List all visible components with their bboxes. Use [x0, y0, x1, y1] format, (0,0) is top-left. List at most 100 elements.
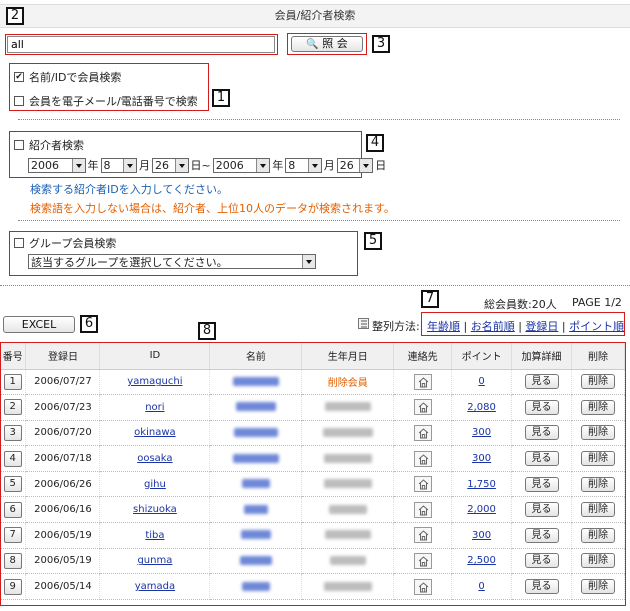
view-detail-button[interactable]: 見る	[524, 451, 559, 467]
member-id-link[interactable]: gunma	[137, 555, 172, 566]
view-detail-button[interactable]: 見る	[524, 476, 559, 492]
row-number-button[interactable]: 7	[3, 527, 22, 544]
points-link[interactable]: 0	[478, 376, 484, 387]
excel-export-button[interactable]: EXCEL	[3, 316, 75, 333]
sort-name-link[interactable]: お名前順	[471, 320, 515, 333]
view-detail-button[interactable]: 見る	[524, 527, 559, 543]
points-link[interactable]: 2,500	[467, 555, 496, 566]
row-number-button[interactable]: 1	[3, 373, 22, 390]
to-year-select[interactable]: 2006	[212, 157, 271, 173]
sort-options: 年齢順 | お名前順 | 登録日 | ポイント順	[427, 320, 625, 333]
points-link[interactable]: 2,080	[467, 402, 496, 413]
member-id-link[interactable]: nori	[145, 402, 164, 413]
contact-home-icon[interactable]	[413, 373, 432, 390]
total-members: 総会員数:20人	[484, 298, 557, 311]
search-button[interactable]: 🔍 照 会	[291, 36, 363, 52]
points-link[interactable]: 300	[472, 427, 491, 438]
to-month-select[interactable]: 8	[285, 157, 322, 173]
checkbox-icon[interactable]	[14, 96, 24, 106]
view-detail-button[interactable]: 見る	[524, 399, 559, 415]
group-search-toggle[interactable]: グループ会員検索	[14, 235, 116, 251]
member-id-link[interactable]: yamada	[135, 581, 175, 592]
row-number-button[interactable]: 2	[3, 399, 22, 416]
points-link[interactable]: 1,750	[467, 479, 496, 490]
birth-date-redacted	[328, 504, 367, 514]
delete-button[interactable]: 削除	[581, 451, 615, 467]
member-name-redacted	[233, 427, 278, 437]
chevron-down-icon	[359, 158, 373, 172]
points-link[interactable]: 0	[478, 581, 484, 592]
from-day-select[interactable]: 26	[152, 157, 189, 173]
group-select[interactable]: 該当するグループを選択してください。	[28, 254, 316, 269]
row-number-button[interactable]: 4	[3, 450, 22, 467]
from-year-select[interactable]: 2006	[28, 157, 86, 173]
delete-button[interactable]: 削除	[581, 553, 615, 569]
option-name-id[interactable]: ✔ 名前/IDで会員検索	[14, 69, 121, 85]
callout-badge-4: 4	[366, 134, 384, 152]
reg-date-cell: 2006/06/16	[25, 496, 101, 524]
col-birth: 生年月日	[301, 343, 395, 370]
view-detail-button[interactable]: 見る	[524, 502, 559, 518]
view-detail-button[interactable]: 見る	[524, 553, 559, 569]
callout-badge-7: 7	[421, 290, 439, 308]
callout-badge-6: 6	[80, 315, 98, 333]
delete-button[interactable]: 削除	[581, 527, 615, 543]
to-day-select[interactable]: 26	[336, 157, 374, 173]
contact-home-icon[interactable]	[413, 424, 432, 441]
contact-home-icon[interactable]	[413, 476, 432, 493]
col-reg-date: 登録日	[25, 343, 101, 370]
col-points: ポイント	[451, 343, 513, 370]
points-link[interactable]: 300	[472, 453, 491, 464]
callout-badge-5: 5	[364, 232, 382, 250]
member-id-link[interactable]: oosaka	[137, 453, 172, 464]
member-id-link[interactable]: tiba	[145, 530, 164, 541]
chevron-down-icon	[123, 158, 136, 172]
member-id-link[interactable]: okinawa	[134, 427, 175, 438]
option-email-phone[interactable]: 会員を電子メール/電話番号で検索	[14, 93, 198, 109]
points-link[interactable]: 300	[472, 530, 491, 541]
referrer-search-toggle[interactable]: 紹介者検索	[14, 137, 84, 153]
contact-home-icon[interactable]	[413, 552, 432, 569]
checkbox-checked-icon[interactable]: ✔	[14, 72, 24, 82]
row-number-button[interactable]: 5	[3, 476, 22, 493]
contact-home-icon[interactable]	[413, 578, 432, 595]
row-number-button[interactable]: 8	[3, 552, 22, 569]
contact-home-icon[interactable]	[413, 399, 432, 416]
sort-age-link[interactable]: 年齢順	[427, 320, 460, 333]
delete-button[interactable]: 削除	[581, 425, 615, 441]
group-search-label: グループ会員検索	[29, 237, 117, 250]
from-month-select[interactable]: 8	[100, 157, 137, 173]
chevron-down-icon	[307, 158, 321, 172]
col-contact: 連絡先	[393, 343, 453, 370]
member-id-link[interactable]: yamaguchi	[127, 376, 182, 387]
delete-button[interactable]: 削除	[581, 374, 615, 390]
member-name-redacted	[243, 504, 268, 514]
member-id-link[interactable]: gihu	[144, 479, 166, 490]
reg-date-cell: 2006/07/23	[25, 394, 101, 421]
table-row: 5 2006/06/26 gihu 1,750 見る 削除	[0, 471, 625, 498]
reg-date-cell: 2006/07/18	[25, 445, 101, 472]
view-detail-button[interactable]: 見る	[524, 374, 559, 390]
delete-button[interactable]: 削除	[581, 476, 615, 492]
sort-points-link[interactable]: ポイント順	[569, 320, 624, 333]
contact-home-icon[interactable]	[413, 450, 432, 467]
member-id-link[interactable]: shizuoka	[133, 504, 177, 515]
checkbox-icon[interactable]	[14, 140, 24, 150]
referrer-note-1: 検索する紹介者IDを入力してください。	[30, 183, 229, 196]
row-number-button[interactable]: 6	[3, 501, 22, 518]
view-detail-button[interactable]: 見る	[524, 579, 559, 595]
delete-button[interactable]: 削除	[581, 579, 615, 595]
row-number-button[interactable]: 9	[3, 578, 22, 595]
contact-home-icon[interactable]	[413, 501, 432, 518]
reg-date-cell: 2006/07/20	[25, 420, 101, 447]
contact-home-icon[interactable]	[413, 527, 432, 544]
points-link[interactable]: 2,000	[467, 504, 496, 515]
delete-button[interactable]: 削除	[581, 399, 615, 415]
delete-button[interactable]: 削除	[581, 502, 615, 518]
view-detail-button[interactable]: 見る	[524, 425, 559, 441]
sort-date-link[interactable]: 登録日	[525, 320, 558, 333]
checkbox-icon[interactable]	[14, 238, 24, 248]
row-number-button[interactable]: 3	[3, 424, 22, 441]
callout-badge-1: 1	[212, 89, 230, 107]
birth-date-redacted	[329, 555, 366, 565]
